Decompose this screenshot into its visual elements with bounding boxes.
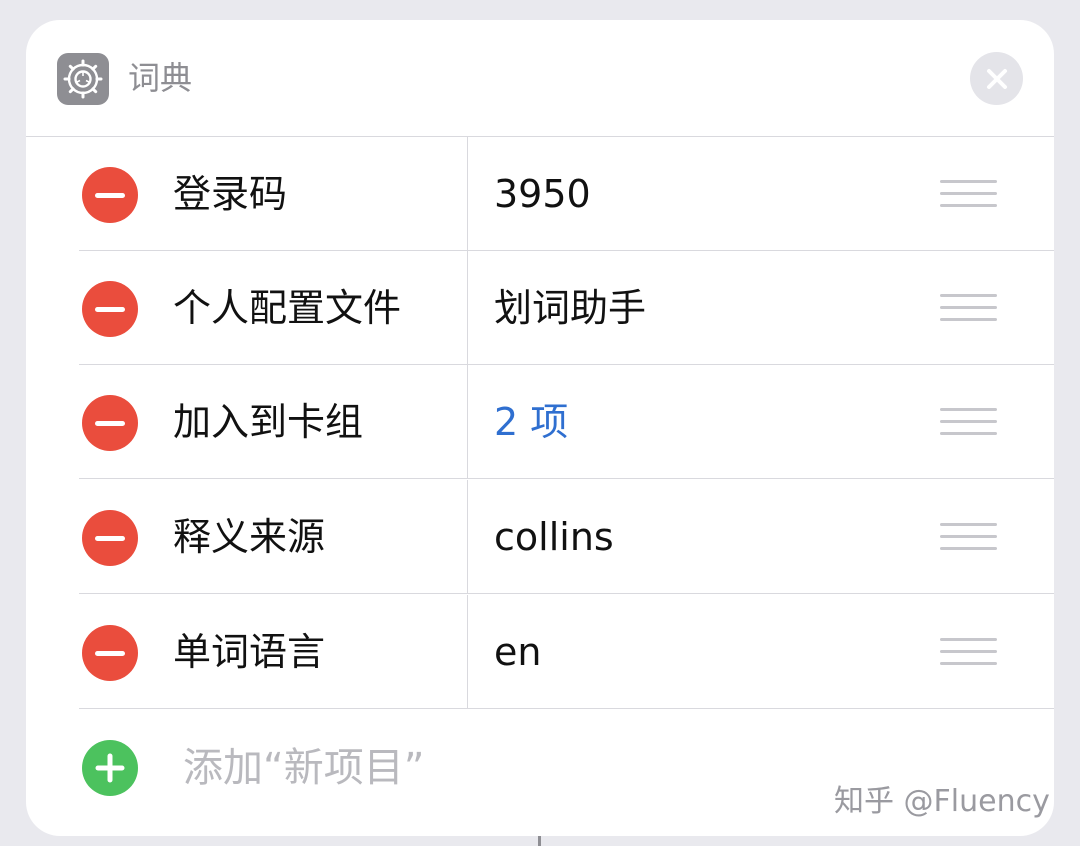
column-divider <box>467 480 468 594</box>
parameter-row: 加入到卡组 2 项 <box>26 365 1054 479</box>
close-icon <box>986 68 1007 89</box>
parameter-value-link[interactable]: 2 项 <box>494 365 568 479</box>
column-divider <box>467 137 468 251</box>
gear-icon <box>57 53 109 105</box>
parameter-key: 释义来源 <box>173 515 326 559</box>
drag-handle-icon[interactable] <box>940 294 997 322</box>
row-divider <box>79 593 1054 594</box>
minus-icon <box>95 535 125 541</box>
add-button[interactable] <box>82 740 138 796</box>
watermark: 知乎 @Fluency <box>834 784 1050 819</box>
parameter-row: 单词语言 en <box>26 595 1054 709</box>
parameter-value[interactable]: 划词助手 <box>494 251 646 365</box>
row-divider <box>79 708 1054 709</box>
remove-button[interactable] <box>82 625 138 681</box>
parameter-row: 个人配置文件 划词助手 <box>26 251 1054 365</box>
remove-button[interactable] <box>82 167 138 223</box>
dictionary-card: 词典 登录码 3950 个人配置文件 划词助手 加入到卡组 2 项 释义来源 c… <box>26 20 1054 836</box>
parameter-key: 加入到卡组 <box>173 400 364 444</box>
remove-button[interactable] <box>82 281 138 337</box>
parameter-row: 释义来源 collins <box>26 480 1054 594</box>
page-title: 词典 <box>128 59 193 97</box>
parameter-value[interactable]: collins <box>494 480 614 594</box>
add-item-label[interactable]: 添加“新项目” <box>183 710 424 826</box>
minus-icon <box>95 650 125 656</box>
connector-line <box>538 836 541 846</box>
drag-handle-icon[interactable] <box>940 408 997 436</box>
row-divider <box>79 478 1054 479</box>
card-header: 词典 <box>26 20 1054 137</box>
parameter-value[interactable]: en <box>494 595 541 709</box>
minus-icon <box>95 306 125 312</box>
drag-handle-icon[interactable] <box>940 638 997 666</box>
parameter-key: 单词语言 <box>173 630 326 674</box>
drag-handle-icon[interactable] <box>940 523 997 551</box>
close-button[interactable] <box>970 52 1023 105</box>
column-divider <box>467 251 468 365</box>
parameter-key: 登录码 <box>173 172 288 216</box>
parameter-key: 个人配置文件 <box>173 286 402 330</box>
remove-button[interactable] <box>82 395 138 451</box>
minus-icon <box>95 420 125 426</box>
column-divider <box>467 365 468 479</box>
drag-handle-icon[interactable] <box>940 180 997 208</box>
column-divider <box>467 595 468 709</box>
minus-icon <box>95 192 125 198</box>
remove-button[interactable] <box>82 510 138 566</box>
plus-icon <box>95 753 125 783</box>
parameter-row: 登录码 3950 <box>26 137 1054 251</box>
parameter-value[interactable]: 3950 <box>494 137 591 251</box>
